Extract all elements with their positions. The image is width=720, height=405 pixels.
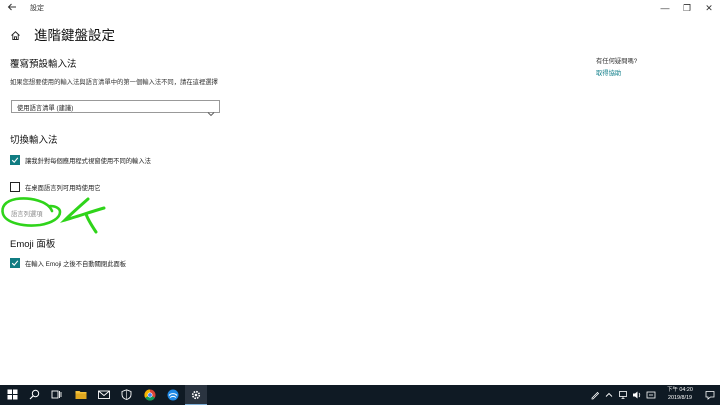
per-app-input-label: 讓我針對每個應用程式視窗使用不同的輸入法 (25, 158, 151, 165)
page-title: 進階鍵盤設定 (34, 28, 115, 43)
windows-start-icon[interactable] (2, 385, 24, 405)
title-bar: 設定 — ❐ ✕ (0, 0, 720, 16)
security-shield-icon[interactable] (116, 385, 138, 405)
chrome-browser-icon[interactable] (139, 385, 161, 405)
checkbox-unchecked-icon[interactable] (10, 182, 20, 192)
notification-center-icon[interactable] (703, 385, 717, 405)
override-section-title: 覆寫預設輸入法 (10, 59, 77, 70)
get-help-link[interactable]: 取得協助 (596, 68, 621, 77)
app-blue-icon[interactable] (162, 385, 184, 405)
mail-icon[interactable] (93, 385, 115, 405)
pen-input-icon[interactable] (588, 385, 602, 405)
desktop-language-bar-label: 在桌面語言列可用時使用它 (25, 185, 101, 192)
emoji-panel-label: 在輸入 Emoji 之後不自動關閉此面板 (25, 261, 127, 268)
override-description: 如果您想要使用的輸入法與語言清單中的第一個輸入法不同，請在這裡選擇 (10, 79, 218, 86)
volume-icon[interactable] (630, 385, 644, 405)
search-icon[interactable] (24, 385, 46, 405)
help-heading: 有任何疑問嗎? (596, 58, 638, 65)
clock-date: 2019/8/19 (668, 394, 692, 401)
task-view-icon[interactable] (46, 385, 68, 405)
checkbox-checked-icon[interactable] (10, 258, 20, 268)
switch-section-title: 切換輸入法 (10, 135, 58, 146)
chevron-down-icon (207, 104, 215, 117)
network-icon[interactable] (616, 385, 630, 405)
file-explorer-icon[interactable] (70, 385, 92, 405)
chevron-up-icon[interactable] (602, 385, 616, 405)
window-title: 設定 (30, 5, 44, 12)
taskbar-clock[interactable]: 下午 04:20 2019/8/19 (660, 387, 700, 402)
emoji-section-title: Emoji 面板 (10, 239, 56, 250)
default-input-dropdown[interactable]: 使用語言清單 (建議) (11, 100, 220, 117)
taskbar: 下午 04:20 2019/8/19 (0, 385, 720, 405)
checkbox-checked-icon[interactable] (10, 155, 20, 165)
handwritten-annotation-4 (1, 197, 106, 234)
minimize-button[interactable]: — (654, 0, 676, 16)
ime-mode-icon[interactable] (644, 385, 658, 405)
clock-time: 下午 04:20 (667, 387, 693, 393)
home-icon[interactable] (10, 28, 22, 40)
close-button[interactable]: ✕ (698, 0, 720, 16)
maximize-button[interactable]: ❐ (676, 0, 698, 16)
dropdown-value: 使用語言清單 (建議) (17, 105, 74, 112)
back-arrow-icon[interactable] (6, 2, 18, 14)
settings-gear-icon[interactable] (185, 385, 207, 405)
